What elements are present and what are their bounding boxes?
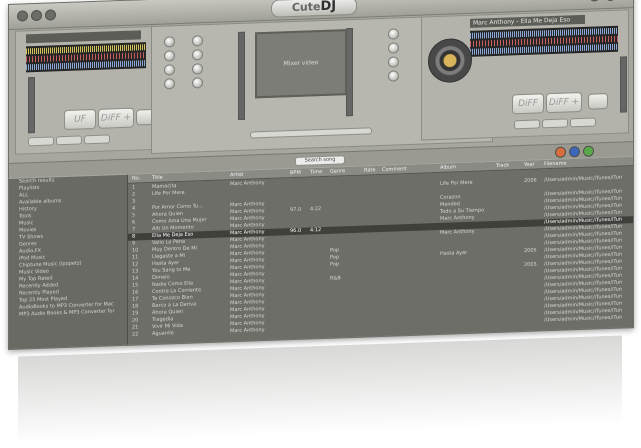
column-header[interactable]: Rate [364,166,375,174]
settings-button[interactable] [589,0,600,2]
table-cell: Marc Anthony [230,327,265,335]
left-loop-button[interactable] [84,134,110,145]
logo-suffix: DJ [320,0,337,15]
right-deck: Marc Anthony - Ella Me Deja Eso DiFF DiF… [421,9,629,141]
right-deck-title: Marc Anthony - Ella Me Deja Eso [470,14,585,28]
toolbar-dot-green[interactable] [583,145,594,157]
library-sidebar: Search results Playlists ALL Available albu… [9,174,128,349]
column-header[interactable]: Track [496,162,509,170]
left-waveform [26,42,146,73]
mixer-knob-6[interactable] [192,49,203,61]
mixer-knob-9[interactable] [388,28,399,40]
column-header[interactable]: Genre [330,167,345,176]
column-header[interactable]: Time [310,168,322,176]
column-header[interactable]: Title [152,174,163,182]
mixer-knob-8[interactable] [192,77,203,89]
table-cell: /Users/admin/Music/iTunes/iTun [544,314,623,324]
app-window: CuteDJ UF DiFF + Mixer video Marc Anthon… [8,0,634,351]
column-header[interactable]: Album [440,163,456,172]
mixer-knob-11[interactable] [388,56,399,68]
left-deck-title [26,30,141,44]
left-sync-button[interactable] [56,135,82,146]
mixer-knob-5[interactable] [192,35,203,47]
mixer-knob-12[interactable] [388,70,399,82]
right-display: DiFF [512,93,544,115]
right-sync-button[interactable] [542,118,568,129]
right-pitch-slider[interactable] [620,56,627,113]
logo-prefix: Cute [291,0,321,15]
track-browser: No. Title Artist BPM Time Genre Rate Comment Alb… [128,157,633,345]
column-header[interactable]: Filename [544,159,567,168]
right-loop-button[interactable] [570,117,596,128]
window-minimize-button[interactable] [31,9,42,22]
reflection [18,335,622,445]
left-mode-display: DiFF + [98,107,134,129]
toolbar-dot-orange[interactable] [555,146,566,158]
column-header[interactable]: No. [132,174,140,182]
column-header[interactable]: Comment [382,165,407,174]
column-header[interactable]: Artist [230,171,243,179]
left-cue-button[interactable] [28,136,54,147]
crossfader[interactable] [250,127,372,139]
toolbar-dot-blue[interactable] [569,146,580,158]
search-input[interactable]: Search song [295,155,345,166]
column-header[interactable]: Year [524,161,535,169]
window-close-button[interactable] [17,10,28,22]
table-cell: Aguanile [152,330,174,337]
app-logo: CuteDJ [271,0,357,18]
left-pitch-slider[interactable] [28,77,35,134]
mixer-knob-4[interactable] [164,78,175,90]
right-mode-display: DiFF + [546,91,582,114]
mixer-knob-7[interactable] [192,63,203,75]
right-platter[interactable] [428,37,472,84]
mixer-volume-right[interactable] [346,27,353,117]
mixer-volume-left[interactable] [238,31,245,120]
mixer-knob-1[interactable] [164,36,175,48]
mixer-knob-10[interactable] [388,42,399,54]
right-play-button[interactable] [588,93,608,110]
column-header[interactable]: BPM [290,169,301,177]
table-cell: 22 [132,331,139,338]
right-waveform [470,25,618,57]
left-display: UF [64,108,96,131]
mixer-knob-2[interactable] [164,50,175,62]
video-preview: Mixer video [255,29,347,99]
window-maximize-button[interactable] [45,9,56,21]
help-button[interactable] [605,0,616,2]
mixer-knob-3[interactable] [164,64,175,76]
right-cue-button[interactable] [514,119,540,130]
